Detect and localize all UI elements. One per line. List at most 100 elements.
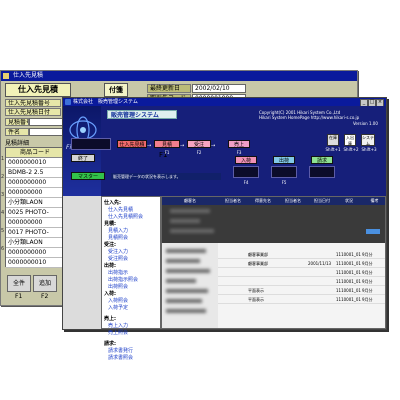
grid-row[interactable]: 0000000000	[6, 178, 64, 188]
grid-row[interactable]: 0017 PHOTO-	[6, 228, 64, 238]
add-button[interactable]: 追加	[33, 275, 57, 292]
table-row[interactable]: 1110001_01 9月分	[218, 278, 385, 286]
display-box-1	[71, 138, 111, 150]
item-grid: 商品コード 0000000010 BDMB-2 2.5 0000000000 0000…	[5, 147, 65, 268]
grid-row[interactable]: 0000000010	[6, 258, 64, 268]
menu-link[interactable]: 売上入力	[104, 323, 158, 330]
row-number: 6	[1, 246, 5, 252]
table-row[interactable]: 顧客事業部 1110001_01 9月分	[218, 251, 385, 259]
flow-arrow-3: →	[211, 143, 216, 149]
menu-section-header: 受注:	[104, 242, 116, 248]
blurred-content	[170, 229, 214, 233]
grid-row[interactable]: BDMB-2 2.5	[6, 168, 64, 178]
table-cell: 平面表示	[248, 297, 264, 302]
table-cell: 1110001_01	[336, 288, 361, 293]
menu-link[interactable]: 出荷指示	[104, 270, 158, 277]
grid-row[interactable]: 小分類LAON	[6, 198, 64, 208]
blurred-column	[162, 243, 218, 328]
inventory-button[interactable]: 在庫	[327, 134, 339, 146]
grid-header: 商品コード	[6, 148, 64, 158]
delete-all-button[interactable]: 全件	[7, 275, 31, 292]
grid-row[interactable]: 000000000	[6, 218, 64, 228]
grid-row[interactable]: 0000000010	[6, 158, 64, 168]
table-cell: 2001/11/13	[308, 261, 332, 266]
sales-window-title: 株式会社 販売管理システム	[73, 99, 138, 105]
table-cell: 9月分	[362, 279, 373, 284]
flow-shipping-button[interactable]: 出荷	[273, 156, 295, 164]
blurred-content	[170, 219, 200, 223]
quote-number-label: 見積番号	[5, 118, 29, 126]
system-button[interactable]: システム	[361, 134, 375, 146]
fkey-f1-label: F1	[15, 293, 23, 300]
table-row[interactable]: 平面表示 1110001_01 9月分	[218, 287, 385, 295]
f5-key-label: F5	[281, 180, 287, 185]
row-number: 1	[1, 156, 5, 162]
shift2-label: Shift+2	[343, 147, 359, 152]
flow-receiving-button[interactable]: 入荷	[235, 156, 257, 164]
grid-row[interactable]: 小分類LAON	[6, 238, 64, 248]
menu-link[interactable]: 見積入力	[104, 228, 158, 235]
menu-link[interactable]: 出荷指示照会	[104, 277, 158, 284]
menu-section-header: 見積:	[104, 221, 116, 227]
quote-window-titlebar: 仕入先見積	[1, 71, 357, 81]
status-notice: 販売管理データの状況を表示します。	[111, 173, 221, 180]
flow-order-button[interactable]: 受注	[187, 140, 211, 148]
menu-link[interactable]: 売上照会	[104, 330, 158, 337]
col-header-1: 顧客名	[162, 197, 219, 205]
flow-supplier-quote-button[interactable]: 仕入先見積	[117, 140, 147, 148]
table-cell: 9月分	[362, 261, 373, 266]
menu-link[interactable]: 受注照会	[104, 256, 158, 263]
table-cell: 1110001_01	[336, 252, 361, 257]
row-number: 5	[1, 228, 5, 234]
grid-row[interactable]: 000000000	[6, 188, 64, 198]
col-header-7: 備考	[362, 197, 385, 205]
menu-link[interactable]: 見積照会	[104, 235, 158, 242]
flow-quote-button[interactable]: 見積	[154, 140, 180, 148]
fkey-f2-label: F2	[41, 293, 49, 300]
row-number-column: 1 2 3 4 5 6	[1, 156, 6, 266]
exit-button[interactable]: 終了	[71, 154, 95, 162]
row-number: 4	[1, 210, 5, 216]
flow-arrow-1: →	[147, 143, 152, 149]
quote-window-title: 仕入先見積	[13, 72, 44, 79]
menu-link[interactable]: 請求書照会	[104, 355, 158, 362]
stock-in-out-button[interactable]: 入出庫	[344, 134, 356, 146]
table-cell: 9月分	[362, 297, 373, 302]
grid-row[interactable]: 0000000000	[6, 248, 64, 258]
table-row[interactable]: 顧客事業部 2001/11/13 1110001_01 9月分	[218, 260, 385, 268]
last-update-value: 2002/02/10	[192, 84, 246, 93]
menu-section-header: 入荷:	[104, 291, 116, 297]
menu-link[interactable]: 受注入力	[104, 249, 158, 256]
row-number: 2	[1, 174, 5, 180]
display-box-4	[309, 166, 335, 178]
menu-section-header: 出荷:	[104, 263, 116, 269]
table-cell: 9月分	[362, 288, 373, 293]
menu-link[interactable]: 仕入先見積照会	[104, 214, 158, 221]
flow-sales-button[interactable]: 売上	[228, 140, 250, 148]
blurred-content	[170, 209, 210, 213]
table-row[interactable]: 平面表示 1110001_01 9月分	[218, 296, 385, 304]
menu-link[interactable]: 仕入先見積	[104, 207, 158, 214]
table-cell: 顧客事業部	[248, 252, 268, 257]
menu-link[interactable]: 入荷予定	[104, 305, 158, 312]
col-header-4: 担当者名	[278, 197, 309, 205]
table-row[interactable]: 1110001_01 9月分	[218, 269, 385, 277]
sticky-button[interactable]: 付箋	[104, 83, 128, 97]
master-menu-button[interactable]: マスター	[71, 172, 105, 180]
menu-link[interactable]: 出荷照会	[104, 284, 158, 291]
quote-number-field[interactable]	[29, 118, 63, 126]
app-icon	[3, 73, 9, 79]
col-header-2: 担当者名	[218, 197, 249, 205]
table-body: 顧客事業部 1110001_01 9月分 顧客事業部 2001/11/13 1110001…	[218, 243, 385, 328]
menu-link[interactable]: 請求書発行	[104, 348, 158, 355]
f4-key-label: F4	[243, 180, 249, 185]
menu-link[interactable]: 入荷照会	[104, 298, 158, 305]
navigation-menu: 仕入先: 仕入先見積 仕入先見積照会 見積: 見積入力 見積照会 受注: 受注入力 受注照会 出荷…	[101, 196, 161, 361]
table-cell: 平面表示	[248, 288, 264, 293]
system-title: 販売管理システム	[107, 110, 177, 119]
flow-arrow-2: →	[180, 143, 185, 149]
grid-row[interactable]: 0025 PHOTO-	[6, 208, 64, 218]
flow-billing-button[interactable]: 請求	[311, 156, 333, 164]
subject-label: 件名	[5, 128, 29, 136]
subject-field[interactable]	[29, 128, 63, 136]
